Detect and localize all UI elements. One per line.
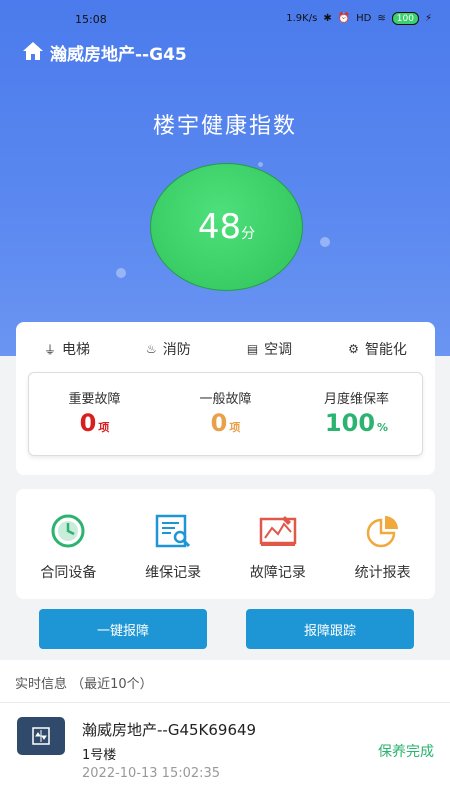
elevator-icon: ⏚ — [44, 342, 57, 357]
health-score: 48 — [197, 207, 242, 247]
signal-icon: HD — [356, 13, 372, 24]
battery-icon: 100 — [391, 12, 419, 25]
decor-bubble — [116, 268, 126, 278]
category-tabs: ⏚ 电梯 ♨ 消防 ▤ 空调 ⚙ 智能化 — [16, 322, 435, 374]
function-grid: 合同设备 维保记录 故障记录 统计报表 — [16, 489, 435, 599]
fault-stats: 重要故障 0项 一般故障 0项 月度维保率 100% — [28, 372, 423, 456]
function-label: 统计报表 — [354, 565, 411, 581]
stat-label: 一般故障 — [199, 392, 252, 407]
tab-aircon[interactable]: ▤ 空调 — [247, 339, 292, 359]
tab-smart[interactable]: ⚙ 智能化 — [348, 339, 407, 359]
stat-value-row: 0项 — [160, 409, 291, 437]
fault-chart-icon — [259, 516, 297, 546]
maintenance-record-icon — [155, 514, 191, 548]
tab-label: 空调 — [264, 342, 293, 358]
function-label: 合同设备 — [40, 565, 97, 581]
stat-label: 重要故障 — [68, 392, 121, 407]
function-label: 维保记录 — [145, 565, 202, 581]
report-fault-button[interactable]: 一键报障 — [39, 609, 207, 649]
equipment-card: ⏚ 电梯 ♨ 消防 ▤ 空调 ⚙ 智能化 重要故障 0项 一般故障 0项 月度维… — [16, 322, 435, 475]
stat-value-row: 0项 — [29, 409, 160, 437]
building-title: 瀚威房地产--G45 — [50, 45, 187, 65]
list-item[interactable]: 瀚威房地产--G45K69649 1号楼 2022-10-13 15:02:35… — [0, 703, 450, 800]
tab-label: 智能化 — [364, 342, 407, 358]
clock-icon — [51, 514, 85, 548]
status-bar: 15:08 1.9K/s ✱ ⏰ HD ≋ 100 ⚡ — [0, 0, 450, 36]
top-bar: 瀚威房地产--G45 — [22, 40, 187, 65]
stat-value: 0 — [79, 409, 97, 437]
fire-extinguisher-icon: ♨ — [146, 342, 157, 356]
tab-fire[interactable]: ♨ 消防 — [146, 339, 191, 359]
health-score-unit: 分 — [241, 226, 256, 242]
decor-bubble — [320, 237, 330, 247]
health-index-title: 楼宇健康指数 — [152, 114, 297, 139]
contract-equipment-button[interactable]: 合同设备 — [21, 489, 116, 599]
decor-bubble — [258, 162, 263, 167]
tab-elevator[interactable]: ⏚ 电梯 — [44, 339, 90, 359]
charging-icon: ⚡ — [424, 13, 432, 24]
health-score-circle: 48 分 — [150, 163, 303, 291]
gear-icon: ⚙ — [348, 342, 359, 356]
status-badge: 保养完成 — [378, 744, 434, 760]
function-label: 故障记录 — [249, 565, 306, 581]
fault-record-button[interactable]: 故障记录 — [230, 489, 325, 599]
stat-value: 100 — [324, 409, 376, 437]
tab-label: 消防 — [162, 342, 191, 358]
info-item-time: 2022-10-13 15:02:35 — [82, 766, 221, 781]
air-conditioner-icon: ▤ — [246, 342, 259, 356]
stat-unit: 项 — [98, 421, 110, 434]
bluetooth-icon: ✱ — [323, 13, 332, 24]
stat-maintenance-rate[interactable]: 月度维保率 100% — [291, 373, 422, 455]
stat-value-row: 100% — [291, 409, 422, 437]
alarm-icon: ⏰ — [337, 13, 351, 24]
stat-label: 月度维保率 — [323, 392, 389, 407]
stat-major-fault[interactable]: 重要故障 0项 — [29, 373, 160, 455]
pie-chart-icon — [366, 516, 398, 548]
stat-minor-fault[interactable]: 一般故障 0项 — [160, 373, 291, 455]
statistics-report-button[interactable]: 统计报表 — [335, 489, 430, 599]
elevator-icon — [17, 717, 65, 755]
tab-label: 电梯 — [62, 342, 91, 358]
status-time: 15:08 — [75, 13, 107, 26]
network-speed: 1.9K/s — [286, 13, 318, 24]
realtime-info-heading: 实时信息 （最近10个） — [15, 677, 153, 692]
info-item-location: 1号楼 — [82, 748, 117, 763]
maintenance-record-button[interactable]: 维保记录 — [126, 489, 221, 599]
stat-unit: 项 — [229, 421, 241, 434]
track-fault-button[interactable]: 报障跟踪 — [246, 609, 414, 649]
home-icon[interactable] — [22, 41, 44, 65]
info-item-title: 瀚威房地产--G45K69649 — [82, 721, 257, 739]
stat-value: 0 — [210, 409, 228, 437]
wifi-icon: ≋ — [377, 13, 386, 24]
realtime-info-panel: 实时信息 （最近10个） 瀚威房地产--G45K69649 1号楼 2022-1… — [0, 660, 450, 800]
stat-unit: % — [377, 421, 389, 434]
